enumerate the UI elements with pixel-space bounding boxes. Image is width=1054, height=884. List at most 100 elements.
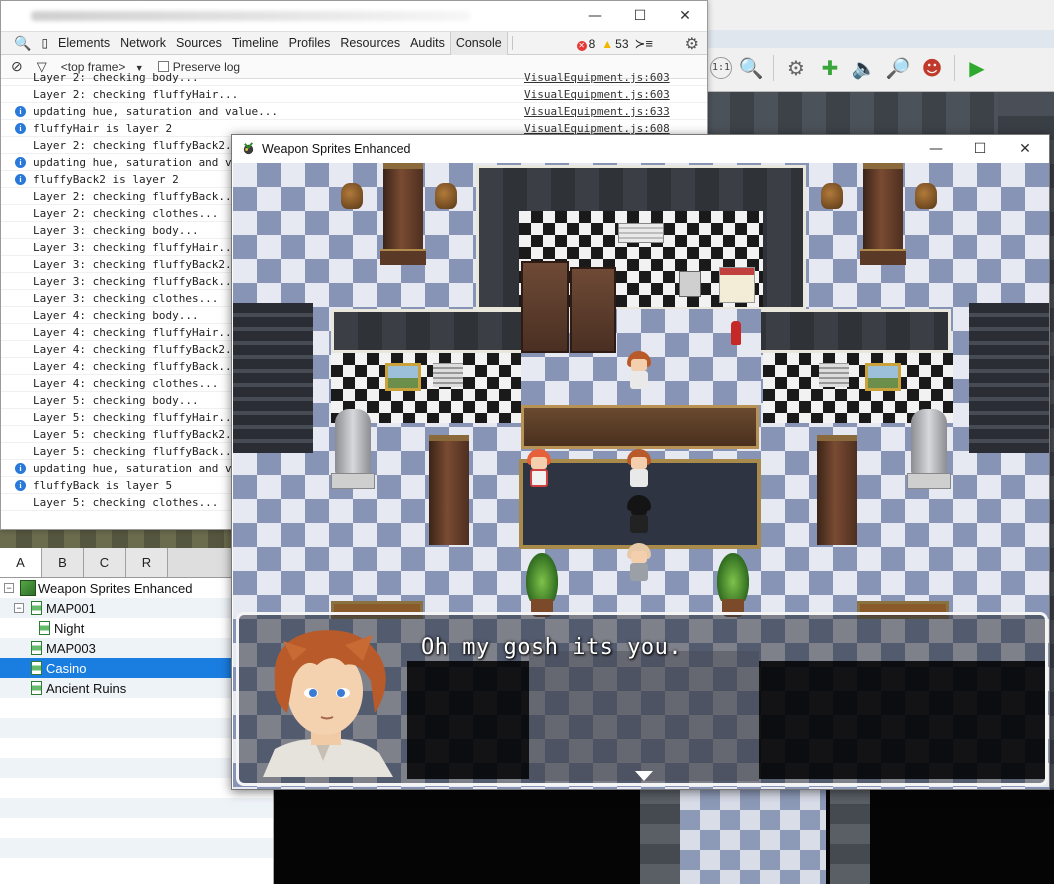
tab-profiles[interactable]: Profiles <box>284 32 336 55</box>
devtools-titlebar[interactable]: — ☐ ✕ <box>1 1 707 31</box>
minimize-button[interactable]: — <box>916 138 956 160</box>
character-generator-icon[interactable]: ☻ <box>917 54 947 82</box>
palette-tab-b[interactable]: B <box>42 548 84 577</box>
tree-empty-row <box>0 838 273 858</box>
npc-receptionist[interactable] <box>626 351 652 391</box>
column <box>817 435 857 545</box>
editor-toolbar: 1:1 🔍 ⚙ ✚ 🔈 🔎 ☻ ▶ <box>700 0 1054 92</box>
zoom-1-1-icon[interactable]: 1:1 <box>710 57 732 79</box>
console-message-text: Layer 2: checking fluffyBack... <box>33 190 239 203</box>
collapse-icon[interactable]: − <box>14 603 24 613</box>
info-icon: i <box>15 123 26 134</box>
console-message-text: updating hue, saturation and value... <box>33 105 279 118</box>
game-canvas[interactable]: Oh my gosh its you. <box>233 163 1049 789</box>
device-mode-icon[interactable]: ▯ <box>36 32 53 55</box>
console-message-text: Layer 2: checking fluffyBack2... <box>33 139 245 152</box>
sound-icon[interactable]: 🔈 <box>849 54 879 82</box>
message-window[interactable]: Oh my gosh its you. <box>236 612 1048 786</box>
palette-tab-r[interactable]: R <box>126 548 168 577</box>
party-member-dark[interactable] <box>626 495 652 535</box>
editor-tool-icons: 1:1 🔍 ⚙ ✚ 🔈 🔎 ☻ ▶ <box>710 54 992 82</box>
warning-icon: ▲ <box>601 37 614 51</box>
dialog-backdrop <box>529 651 759 781</box>
console-message-text: fluffyBack is layer 5 <box>33 479 173 492</box>
issue-counts[interactable]: ✕ 8 ▲ 53 ≻≡ <box>576 36 653 52</box>
tab-elements[interactable]: Elements <box>53 32 115 55</box>
statue-base <box>907 473 951 489</box>
game-window: Weapon Sprites Enhanced — ☐ ✕ Oh my gosh… <box>231 134 1050 790</box>
tab-sources[interactable]: Sources <box>171 32 227 55</box>
database-gear-icon[interactable]: ⚙ <box>781 54 811 82</box>
map-icon <box>31 641 42 655</box>
console-message-text: Layer 4: checking clothes... <box>33 377 219 390</box>
map-tiles <box>274 790 1054 884</box>
collapse-icon[interactable]: − <box>4 583 14 593</box>
close-button[interactable]: ✕ <box>1005 138 1045 160</box>
tab-timeline[interactable]: Timeline <box>227 32 284 55</box>
console-message-text: Layer 4: checking fluffyBack2... <box>33 343 245 356</box>
palette-tab-c[interactable]: C <box>84 548 126 577</box>
console-message-text: Layer 3: checking fluffyBack... <box>33 275 239 288</box>
source-link[interactable]: VisualEquipment.js:633 <box>524 103 670 120</box>
tab-separator <box>511 36 513 50</box>
stairs-right <box>969 303 1049 453</box>
console-message-text: Layer 5: checking fluffyBack... <box>33 445 239 458</box>
drawer-icon[interactable]: ≻≡ <box>635 36 653 52</box>
maximize-button[interactable]: ☐ <box>620 5 660 27</box>
error-count[interactable]: ✕ 8 <box>576 37 595 51</box>
info-icon: i <box>15 480 26 491</box>
vent <box>819 363 849 387</box>
info-icon: i <box>15 106 26 117</box>
map-icon <box>39 621 50 635</box>
console-message-text: Layer 2: checking body... <box>33 71 199 84</box>
info-icon: i <box>15 463 26 474</box>
game-app-icon <box>243 142 254 155</box>
vent <box>433 363 463 387</box>
console-message-text: Layer 5: checking body... <box>33 394 199 407</box>
air-conditioner <box>618 223 664 243</box>
close-button[interactable]: ✕ <box>665 5 705 27</box>
party-member-bald[interactable] <box>626 543 652 583</box>
minimize-button[interactable]: — <box>575 5 615 27</box>
continue-arrow-icon[interactable] <box>635 771 653 781</box>
console-message: Layer 2: checking body... VisualEquipment… <box>1 69 707 86</box>
tree-item-label: Night <box>54 620 85 636</box>
tree-item-label: Ancient Ruins <box>46 680 127 696</box>
tab-resources[interactable]: Resources <box>335 32 405 55</box>
palette-tab-a[interactable]: A <box>0 548 42 577</box>
npc-girl[interactable] <box>526 449 552 489</box>
player-character[interactable] <box>626 449 652 489</box>
vase <box>821 183 843 209</box>
info-icon: i <box>15 174 26 185</box>
inspect-icon[interactable]: 🔍 <box>9 32 36 55</box>
tree-empty-row <box>0 858 273 878</box>
console-message-text: fluffyHair is layer 2 <box>33 122 173 135</box>
tab-audits[interactable]: Audits <box>405 32 450 55</box>
tree-item-label: MAP003 <box>46 640 96 656</box>
tab-console[interactable]: Console <box>449 31 508 55</box>
console-message-text: fluffyBack2 is layer 2 <box>33 173 179 186</box>
game-titlebar[interactable]: Weapon Sprites Enhanced — ☐ ✕ <box>232 135 1049 163</box>
source-link[interactable]: VisualEquipment.js:603 <box>524 86 670 103</box>
glass-cabinet <box>570 267 616 353</box>
statue-base <box>331 473 375 489</box>
maximize-button[interactable]: ☐ <box>960 138 1000 160</box>
column <box>383 163 423 253</box>
knight-statue <box>911 409 947 475</box>
tab-network[interactable]: Network <box>115 32 171 55</box>
console-message-text: Layer 5: checking clothes... <box>33 496 219 509</box>
plugin-puzzle-icon[interactable]: ✚ <box>815 54 845 82</box>
playtest-icon[interactable]: ▶ <box>962 54 992 82</box>
source-link[interactable]: VisualEquipment.js:603 <box>524 69 670 86</box>
settings-gear-icon[interactable]: ⚙ <box>685 34 699 54</box>
console-message-text: Layer 2: checking fluffyHair... <box>33 88 239 101</box>
resource-manager-icon[interactable]: 🔎 <box>883 54 913 82</box>
potted-plant <box>526 553 558 601</box>
map-floor <box>680 790 826 884</box>
warning-count[interactable]: ▲ 53 <box>601 37 628 51</box>
devtools-tabbar: 🔍 ▯ Elements Network Sources Timeline Pr… <box>1 31 707 55</box>
zoom-icon[interactable]: 🔍 <box>736 54 766 82</box>
toolbar-separator <box>773 55 774 81</box>
painting <box>385 363 421 391</box>
error-icon: ✕ <box>576 41 587 51</box>
